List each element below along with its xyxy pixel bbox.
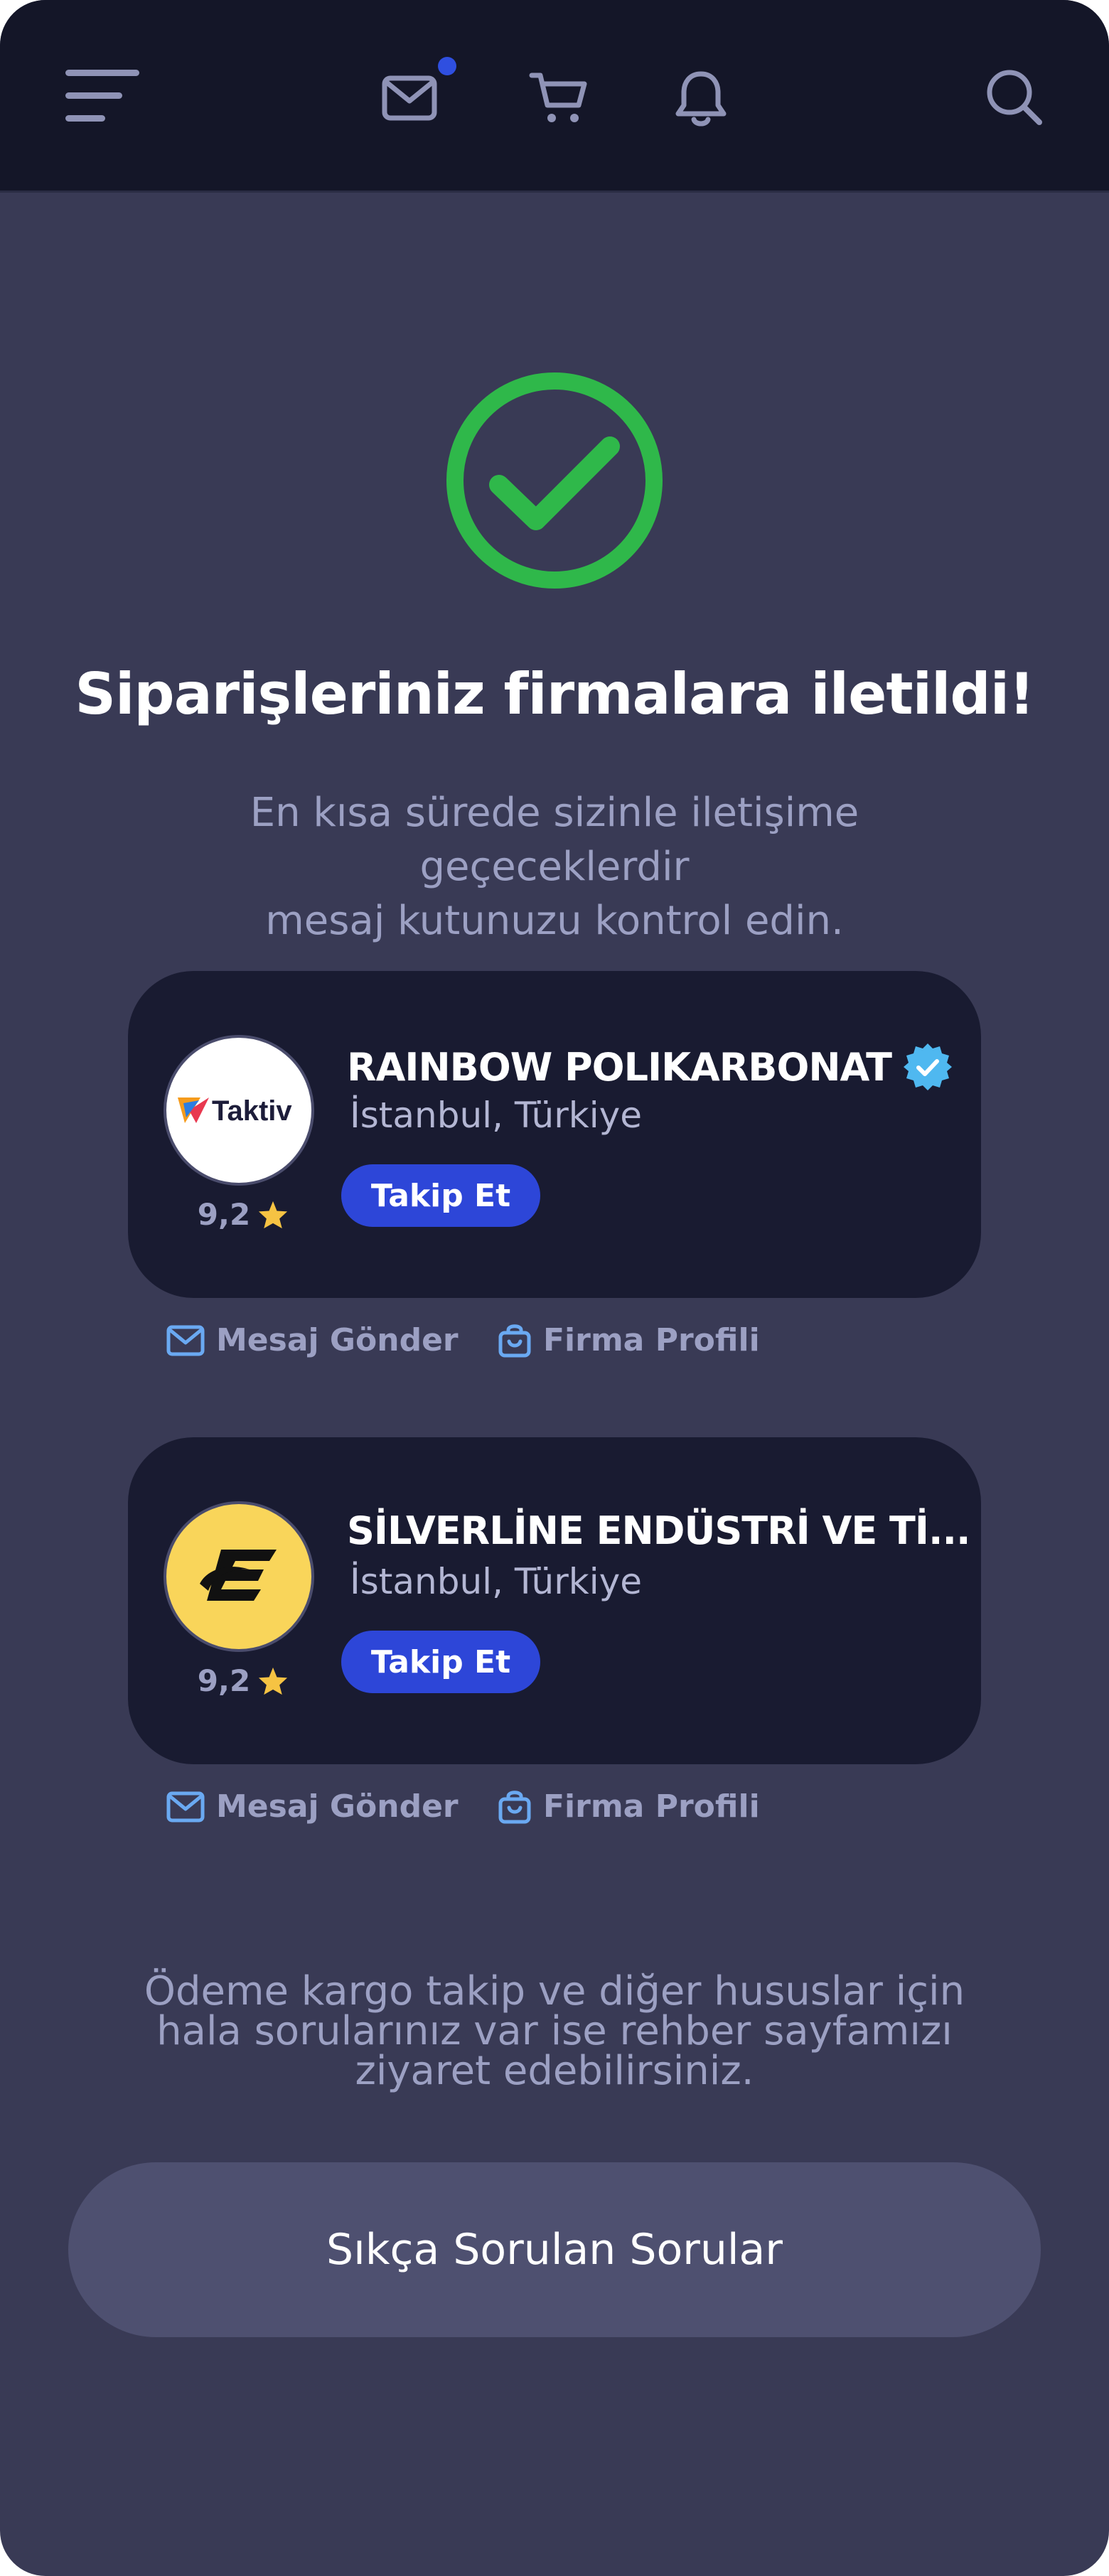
company-logo — [164, 1501, 314, 1652]
rating-value: 9,2 — [197, 1663, 251, 1698]
menu-icon[interactable] — [63, 67, 142, 124]
notification-dot — [438, 57, 456, 75]
company-profile-button[interactable]: Firma Profili — [498, 1322, 760, 1358]
company-name-text: SİLVERLİNE ENDÜSTRİ VE Tİ... — [347, 1508, 970, 1553]
check-circle-icon — [444, 370, 665, 591]
verified-badge-icon — [903, 1043, 952, 1090]
company-logo-text: Taktiv — [212, 1095, 292, 1127]
send-message-button[interactable]: Mesaj Gönder — [166, 1788, 459, 1825]
mail-icon[interactable] — [381, 71, 441, 122]
rating-value: 9,2 — [197, 1197, 251, 1232]
send-message-button[interactable]: Mesaj Gönder — [166, 1322, 459, 1358]
star-icon — [259, 1667, 288, 1695]
help-note-line: Ödeme kargo takip ve diğer hususlar için — [144, 1968, 965, 2014]
company-profile-label: Firma Profili — [543, 1788, 760, 1825]
mail-icon — [166, 1791, 205, 1822]
search-icon[interactable] — [984, 67, 1044, 127]
follow-button[interactable]: Takip Et — [341, 1164, 540, 1227]
company-rating: 9,2 — [172, 1197, 314, 1232]
company-name-text: RAINBOW POLIKARBONAT — [347, 1044, 892, 1090]
help-note: Ödeme kargo takip ve diğer hususlar için… — [128, 1972, 981, 2091]
help-note-line: ziyaret edebilirsiniz. — [355, 2048, 754, 2094]
subtitle-line: mesaj kutunuzu kontrol edin. — [265, 898, 844, 944]
company-name[interactable]: SİLVERLİNE ENDÜSTRİ VE Tİ... — [347, 1508, 970, 1553]
company-name[interactable]: RAINBOW POLIKARBONAT — [347, 1042, 958, 1092]
mail-icon — [166, 1325, 205, 1356]
faq-button[interactable]: Sıkça Sorulan Sorular — [68, 2162, 1041, 2337]
company-location: İstanbul, Türkiye — [350, 1095, 642, 1136]
shopping-bag-icon — [498, 1790, 531, 1823]
order-success-screen: Siparişleriniz firmalara iletildi! En kı… — [0, 0, 1109, 2576]
subtitle-line: En kısa sürede sizinle iletişime geçecek… — [250, 790, 859, 890]
star-icon — [259, 1201, 288, 1228]
follow-button[interactable]: Takip Et — [341, 1631, 540, 1693]
send-message-label: Mesaj Gönder — [216, 1322, 459, 1358]
company-profile-label: Firma Profili — [543, 1322, 760, 1358]
company-card[interactable]: 9,2 SİLVERLİNE ENDÜSTRİ VE Tİ... İstanbu… — [128, 1437, 981, 1764]
top-navigation-bar — [0, 0, 1109, 193]
bell-icon[interactable] — [674, 68, 728, 129]
send-message-label: Mesaj Gönder — [216, 1788, 459, 1825]
company-profile-button[interactable]: Firma Profili — [498, 1788, 760, 1825]
company-logo: Taktiv — [164, 1035, 314, 1186]
shopping-bag-icon — [498, 1324, 531, 1357]
cart-icon[interactable] — [527, 68, 590, 128]
page-subtitle: En kısa sürede sizinle iletişime geçecek… — [114, 786, 995, 948]
page-title: Siparişleriniz firmalara iletildi! — [75, 661, 1034, 727]
company-rating: 9,2 — [172, 1663, 314, 1698]
company-location: İstanbul, Türkiye — [350, 1561, 642, 1602]
help-note-line: hala sorularınız var ise rehber sayfamız… — [156, 2008, 953, 2054]
company-card[interactable]: Taktiv 9,2 RAINBOW POLIKARBONAT İstanbul… — [128, 971, 981, 1298]
